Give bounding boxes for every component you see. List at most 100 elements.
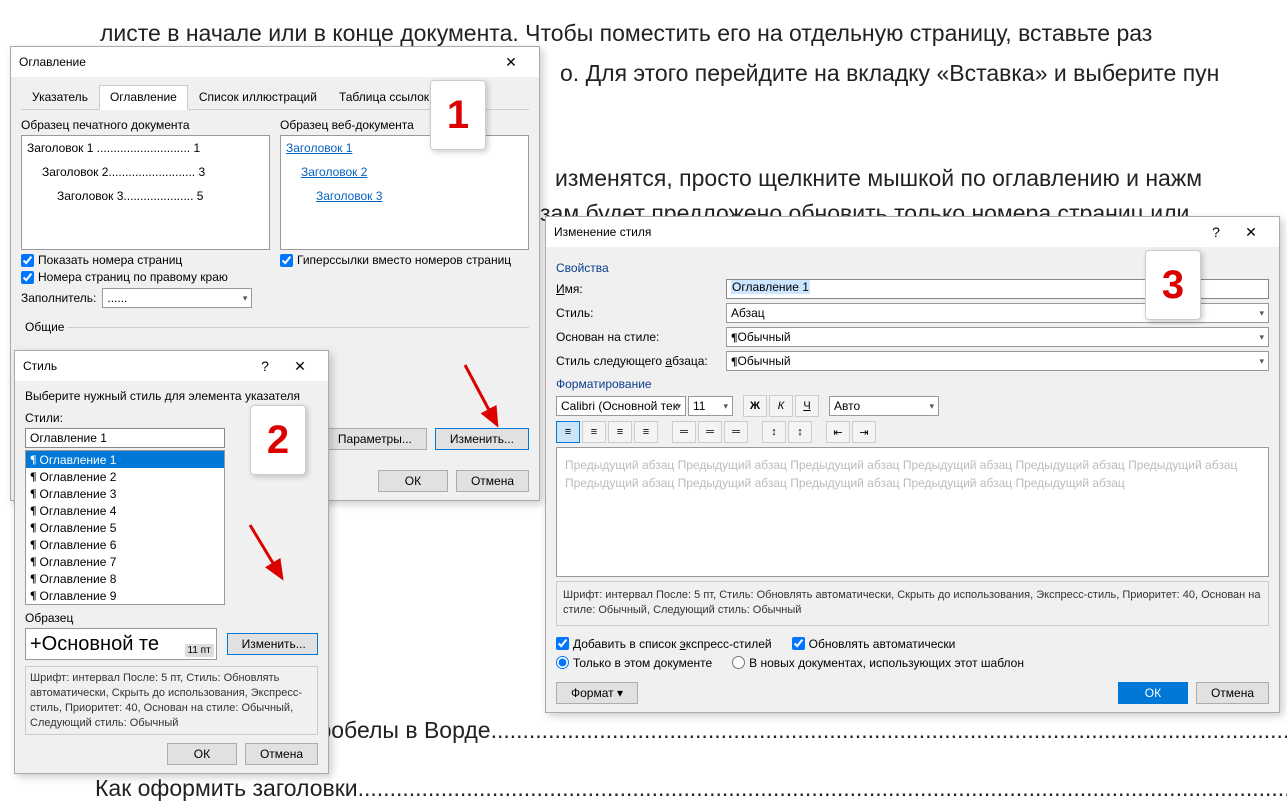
modify-button-dlg2[interactable]: Изменить...: [227, 633, 318, 655]
callout-2: 2: [250, 405, 306, 475]
tab-toc[interactable]: Оглавление: [99, 85, 188, 110]
bg-text-2: о. Для этого перейдите на вкладку «Встав…: [560, 60, 1219, 87]
ok-button-dlg2[interactable]: ОК: [167, 743, 237, 765]
lbl-next: Стиль следующего абзаца:: [556, 354, 716, 368]
dlg2-titlebar: Стиль ? ✕: [15, 351, 328, 381]
web-preview-label: Образец веб-документа: [280, 118, 529, 132]
lbl-based: Основан на стиле:: [556, 330, 716, 344]
chk-express[interactable]: [556, 637, 569, 650]
preview-label: Образец: [25, 611, 318, 625]
bg-text-3: изменятся, просто щелкните мышкой по огл…: [555, 165, 1202, 192]
font-name-combo[interactable]: Calibri (Основной тек: [556, 396, 686, 416]
format-desc: Шрифт: интервал После: 5 пт, Стиль: Обно…: [556, 581, 1269, 626]
cancel-button-dlg2[interactable]: Отмена: [245, 743, 318, 765]
bold-button[interactable]: Ж: [743, 395, 767, 417]
spacing-2-icon[interactable]: ═: [724, 421, 748, 443]
web-line-3: Заголовок 3: [286, 189, 523, 203]
align-left-icon[interactable]: ≡: [556, 421, 580, 443]
chk-right-align[interactable]: [21, 271, 34, 284]
styles-listbox[interactable]: ¶Оглавление 1 ¶Оглавление 2 ¶Оглавление …: [25, 450, 225, 605]
filler-value: ......: [107, 291, 127, 305]
align-right-icon[interactable]: ≡: [608, 421, 632, 443]
list-item[interactable]: ¶Оглавление 2: [26, 468, 224, 485]
dlg3-titlebar: Изменение стиля ? ✕: [546, 217, 1279, 247]
bg-text-6: Как оформить заголовки..................…: [95, 775, 1287, 802]
close-icon[interactable]: ✕: [491, 51, 531, 73]
next-combo[interactable]: ¶ Обычный: [726, 351, 1269, 371]
chk-show-pages-label: Показать номера страниц: [38, 253, 182, 267]
align-justify-icon[interactable]: ≡: [634, 421, 658, 443]
indent-decrease-icon[interactable]: ⇤: [826, 421, 850, 443]
cancel-button-dlg3[interactable]: Отмена: [1196, 682, 1269, 704]
print-preview-label: Образец печатного документа: [21, 118, 270, 132]
dlg2-instruction: Выберите нужный стиль для элемента указа…: [25, 389, 318, 403]
callout-1: 1: [430, 80, 486, 150]
chk-right-align-label: Номера страниц по правому краю: [38, 270, 228, 284]
spacing-15-icon[interactable]: ═: [698, 421, 722, 443]
tab-illustrations[interactable]: Список иллюстраций: [188, 85, 328, 109]
lbl-name: Имя:: [556, 282, 716, 296]
radio-template[interactable]: [732, 656, 745, 669]
style-name-input[interactable]: [25, 428, 225, 448]
dlg1-titlebar: Оглавление ✕: [11, 47, 539, 77]
based-combo[interactable]: ¶ Обычный: [726, 327, 1269, 347]
font-size-combo[interactable]: 11: [688, 396, 733, 416]
ok-button-dlg1[interactable]: ОК: [378, 470, 448, 492]
indent-increase-icon[interactable]: ⇥: [852, 421, 876, 443]
chk-express-label: Добавить в список экспресс-стилей: [573, 637, 772, 651]
web-line-2: Заголовок 2: [286, 165, 523, 179]
radio-thisdoc-label: Только в этом документе: [573, 656, 712, 670]
close-icon[interactable]: ✕: [280, 355, 320, 377]
callout-3: 3: [1145, 250, 1201, 320]
web-preview: Заголовок 1 Заголовок 2 Заголовок 3: [280, 135, 529, 250]
spacing-1-icon[interactable]: ═: [672, 421, 696, 443]
italic-button[interactable]: К: [769, 395, 793, 417]
chk-hyperlinks[interactable]: [280, 254, 293, 267]
list-item[interactable]: ¶Оглавление 9: [26, 587, 224, 604]
list-item[interactable]: ¶Оглавление 7: [26, 553, 224, 570]
bg-text-1: листе в начале или в конце документа. Чт…: [100, 20, 1152, 47]
underline-button[interactable]: Ч: [795, 395, 819, 417]
radio-thisdoc[interactable]: [556, 656, 569, 669]
style-preview: +Основной те 11 пт: [25, 628, 217, 660]
ok-button-dlg3[interactable]: ОК: [1118, 682, 1188, 704]
list-item[interactable]: ¶Оглавление 1: [26, 451, 224, 468]
list-item[interactable]: ¶Оглавление 6: [26, 536, 224, 553]
params-button[interactable]: Параметры...: [323, 428, 427, 450]
tab-index[interactable]: Указатель: [21, 85, 99, 109]
list-item[interactable]: ¶Оглавление 3: [26, 485, 224, 502]
dlg3-title: Изменение стиля: [554, 225, 651, 239]
lbl-style: Стиль:: [556, 306, 716, 320]
dlg1-title: Оглавление: [19, 55, 86, 69]
space-after-icon[interactable]: ↕: [788, 421, 812, 443]
chk-show-pages[interactable]: [21, 254, 34, 267]
help-icon[interactable]: ?: [250, 355, 280, 377]
general-label: Общие: [21, 320, 68, 334]
chk-auto[interactable]: [792, 637, 805, 650]
list-item[interactable]: ¶Оглавление 5: [26, 519, 224, 536]
align-center-icon[interactable]: ≡: [582, 421, 606, 443]
radio-template-label: В новых документах, использующих этот ша…: [749, 656, 1024, 670]
format-preview: Предыдущий абзац Предыдущий абзац Предыд…: [556, 447, 1269, 577]
chk-auto-label: Обновлять автоматически: [809, 637, 956, 651]
list-item[interactable]: ¶Оглавление 4: [26, 502, 224, 519]
modify-button-dlg1[interactable]: Изменить...: [435, 428, 529, 450]
preview-size: 11 пт: [185, 644, 214, 657]
print-line-3: Заголовок 3..................... 5: [27, 189, 264, 203]
filler-label: Заполнитель:: [21, 291, 96, 305]
close-icon[interactable]: ✕: [1231, 221, 1271, 243]
tab-refs[interactable]: Таблица ссылок: [328, 85, 440, 109]
space-before-icon[interactable]: ↕: [762, 421, 786, 443]
chk-hyperlinks-label: Гиперссылки вместо номеров страниц: [297, 253, 511, 267]
dlg2-title: Стиль: [23, 359, 57, 373]
help-icon[interactable]: ?: [1201, 221, 1231, 243]
format-menu-button[interactable]: Формат ▾: [556, 682, 638, 704]
web-line-1: Заголовок 1: [286, 141, 523, 155]
style-desc: Шрифт: интервал После: 5 пт, Стиль: Обно…: [25, 666, 318, 735]
filler-combo[interactable]: ......: [102, 288, 252, 308]
print-line-1: Заголовок 1 ............................…: [27, 141, 264, 155]
print-preview: Заголовок 1 ............................…: [21, 135, 270, 250]
list-item[interactable]: ¶Оглавление 8: [26, 570, 224, 587]
cancel-button-dlg1[interactable]: Отмена: [456, 470, 529, 492]
color-combo[interactable]: Авто: [829, 396, 939, 416]
